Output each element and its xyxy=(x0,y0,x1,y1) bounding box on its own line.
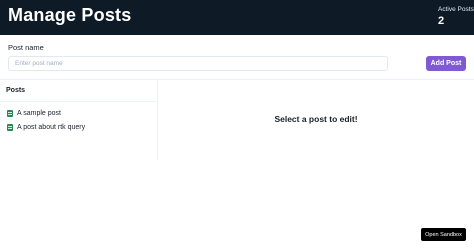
app-header: Manage Posts Active Posts 2 xyxy=(0,0,474,35)
sidebar-divider xyxy=(0,101,157,102)
open-sandbox-button[interactable]: Open Sandbox xyxy=(421,228,466,241)
post-name-input[interactable] xyxy=(8,56,388,71)
page-title: Manage Posts xyxy=(8,5,132,25)
add-post-button[interactable]: Add Post xyxy=(426,56,466,71)
post-name-label: Post name xyxy=(8,43,44,52)
document-icon xyxy=(7,123,13,131)
active-posts-label: Active Posts xyxy=(438,6,474,13)
post-list-item[interactable]: A post about rtk query xyxy=(7,122,147,132)
empty-state-message: Select a post to edit! xyxy=(274,114,358,124)
sidebar-heading: Posts xyxy=(6,87,26,94)
post-list-item[interactable]: A sample post xyxy=(7,108,147,118)
document-icon xyxy=(7,109,13,117)
active-posts-count: 2 xyxy=(438,15,445,27)
post-title: A sample post xyxy=(17,109,61,117)
post-title: A post about rtk query xyxy=(17,123,86,131)
posts-sidebar: Posts A sample post A post about rtk que… xyxy=(0,80,158,160)
